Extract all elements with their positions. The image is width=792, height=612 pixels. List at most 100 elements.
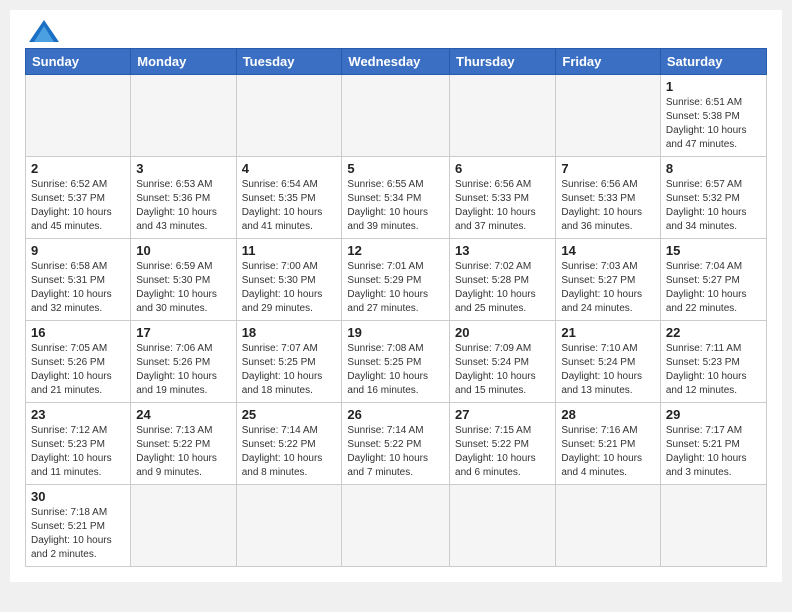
day-info: Sunrise: 7:13 AM Sunset: 5:22 PM Dayligh… xyxy=(136,424,230,480)
day-info: Sunrise: 7:16 AM Sunset: 5:21 PM Dayligh… xyxy=(561,424,655,480)
calendar-cell: 19 Sunrise: 7:08 AM Sunset: 5:25 PM Dayli… xyxy=(342,321,450,403)
day-number: 21 xyxy=(561,325,655,340)
day-info: Sunrise: 7:18 AM Sunset: 5:21 PM Dayligh… xyxy=(31,506,125,562)
day-info: Sunrise: 7:05 AM Sunset: 5:26 PM Dayligh… xyxy=(31,342,125,398)
calendar-cell: 4 Sunrise: 6:54 AM Sunset: 5:35 PM Daylig… xyxy=(236,157,342,239)
day-number: 19 xyxy=(347,325,444,340)
weekday-header-wednesday: Wednesday xyxy=(342,49,450,75)
calendar-cell xyxy=(131,75,236,157)
day-info: Sunrise: 7:17 AM Sunset: 5:21 PM Dayligh… xyxy=(666,424,761,480)
weekday-header-monday: Monday xyxy=(131,49,236,75)
calendar-cell: 6 Sunrise: 6:56 AM Sunset: 5:33 PM Daylig… xyxy=(450,157,556,239)
calendar-week-4: 16 Sunrise: 7:05 AM Sunset: 5:26 PM Dayli… xyxy=(26,321,767,403)
calendar-cell: 3Sunrise: 6:53 AM Sunset: 5:36 PM Daylig… xyxy=(131,157,236,239)
day-info: Sunrise: 6:58 AM Sunset: 5:31 PM Dayligh… xyxy=(31,260,125,316)
calendar-cell: 10Sunrise: 6:59 AM Sunset: 5:30 PM Dayli… xyxy=(131,239,236,321)
calendar-week-1: 1 Sunrise: 6:51 AM Sunset: 5:38 PM Daylig… xyxy=(26,75,767,157)
calendar-cell xyxy=(660,485,766,567)
calendar-cell xyxy=(342,75,450,157)
day-number: 15 xyxy=(666,243,761,258)
weekday-header-sunday: Sunday xyxy=(26,49,131,75)
day-info: Sunrise: 7:15 AM Sunset: 5:22 PM Dayligh… xyxy=(455,424,550,480)
calendar-cell: 23 Sunrise: 7:12 AM Sunset: 5:23 PM Dayli… xyxy=(26,403,131,485)
calendar-cell: 13 Sunrise: 7:02 AM Sunset: 5:28 PM Dayli… xyxy=(450,239,556,321)
day-info: Sunrise: 6:57 AM Sunset: 5:32 PM Dayligh… xyxy=(666,178,761,234)
day-info: Sunrise: 7:08 AM Sunset: 5:25 PM Dayligh… xyxy=(347,342,444,398)
day-number: 5 xyxy=(347,161,444,176)
calendar-cell: 5 Sunrise: 6:55 AM Sunset: 5:34 PM Daylig… xyxy=(342,157,450,239)
calendar-cell: 27 Sunrise: 7:15 AM Sunset: 5:22 PM Dayli… xyxy=(450,403,556,485)
day-number: 25 xyxy=(242,407,337,422)
weekday-header-tuesday: Tuesday xyxy=(236,49,342,75)
calendar-cell: 16 Sunrise: 7:05 AM Sunset: 5:26 PM Dayli… xyxy=(26,321,131,403)
day-number: 12 xyxy=(347,243,444,258)
day-info: Sunrise: 6:53 AM Sunset: 5:36 PM Dayligh… xyxy=(136,178,230,234)
logo xyxy=(25,20,59,42)
day-number: 9 xyxy=(31,243,125,258)
calendar-cell: 8 Sunrise: 6:57 AM Sunset: 5:32 PM Daylig… xyxy=(660,157,766,239)
calendar-cell xyxy=(236,485,342,567)
calendar-cell: 2Sunrise: 6:52 AM Sunset: 5:37 PM Daylig… xyxy=(26,157,131,239)
calendar-week-2: 2Sunrise: 6:52 AM Sunset: 5:37 PM Daylig… xyxy=(26,157,767,239)
logo-text xyxy=(25,20,59,42)
weekday-header-saturday: Saturday xyxy=(660,49,766,75)
calendar-cell: 15 Sunrise: 7:04 AM Sunset: 5:27 PM Dayli… xyxy=(660,239,766,321)
day-number: 24 xyxy=(136,407,230,422)
day-number: 16 xyxy=(31,325,125,340)
day-number: 27 xyxy=(455,407,550,422)
day-info: Sunrise: 6:56 AM Sunset: 5:33 PM Dayligh… xyxy=(455,178,550,234)
calendar: SundayMondayTuesdayWednesdayThursdayFrid… xyxy=(25,48,767,567)
day-number: 26 xyxy=(347,407,444,422)
day-info: Sunrise: 7:14 AM Sunset: 5:22 PM Dayligh… xyxy=(242,424,337,480)
calendar-cell xyxy=(131,485,236,567)
page: SundayMondayTuesdayWednesdayThursdayFrid… xyxy=(10,10,782,582)
calendar-cell xyxy=(556,75,661,157)
weekday-header-friday: Friday xyxy=(556,49,661,75)
day-info: Sunrise: 6:54 AM Sunset: 5:35 PM Dayligh… xyxy=(242,178,337,234)
day-number: 11 xyxy=(242,243,337,258)
day-number: 23 xyxy=(31,407,125,422)
calendar-cell: 1 Sunrise: 6:51 AM Sunset: 5:38 PM Daylig… xyxy=(660,75,766,157)
day-info: Sunrise: 6:56 AM Sunset: 5:33 PM Dayligh… xyxy=(561,178,655,234)
day-number: 13 xyxy=(455,243,550,258)
calendar-cell xyxy=(556,485,661,567)
day-info: Sunrise: 6:51 AM Sunset: 5:38 PM Dayligh… xyxy=(666,96,761,152)
day-info: Sunrise: 7:01 AM Sunset: 5:29 PM Dayligh… xyxy=(347,260,444,316)
logo-icon xyxy=(29,20,59,42)
day-number: 14 xyxy=(561,243,655,258)
day-number: 4 xyxy=(242,161,337,176)
weekday-header-thursday: Thursday xyxy=(450,49,556,75)
day-info: Sunrise: 7:04 AM Sunset: 5:27 PM Dayligh… xyxy=(666,260,761,316)
day-number: 22 xyxy=(666,325,761,340)
calendar-cell: 9 Sunrise: 6:58 AM Sunset: 5:31 PM Daylig… xyxy=(26,239,131,321)
calendar-cell xyxy=(236,75,342,157)
day-number: 8 xyxy=(666,161,761,176)
day-number: 20 xyxy=(455,325,550,340)
weekday-header-row: SundayMondayTuesdayWednesdayThursdayFrid… xyxy=(26,49,767,75)
day-number: 29 xyxy=(666,407,761,422)
day-number: 1 xyxy=(666,79,761,94)
day-number: 7 xyxy=(561,161,655,176)
calendar-week-3: 9 Sunrise: 6:58 AM Sunset: 5:31 PM Daylig… xyxy=(26,239,767,321)
calendar-cell: 12 Sunrise: 7:01 AM Sunset: 5:29 PM Dayli… xyxy=(342,239,450,321)
header xyxy=(25,20,767,42)
calendar-cell: 29 Sunrise: 7:17 AM Sunset: 5:21 PM Dayli… xyxy=(660,403,766,485)
day-info: Sunrise: 7:02 AM Sunset: 5:28 PM Dayligh… xyxy=(455,260,550,316)
day-info: Sunrise: 7:11 AM Sunset: 5:23 PM Dayligh… xyxy=(666,342,761,398)
day-number: 28 xyxy=(561,407,655,422)
calendar-cell: 11 Sunrise: 7:00 AM Sunset: 5:30 PM Dayli… xyxy=(236,239,342,321)
calendar-week-5: 23 Sunrise: 7:12 AM Sunset: 5:23 PM Dayli… xyxy=(26,403,767,485)
calendar-week-6: 30Sunrise: 7:18 AM Sunset: 5:21 PM Dayli… xyxy=(26,485,767,567)
day-info: Sunrise: 7:09 AM Sunset: 5:24 PM Dayligh… xyxy=(455,342,550,398)
day-info: Sunrise: 7:12 AM Sunset: 5:23 PM Dayligh… xyxy=(31,424,125,480)
calendar-cell: 28 Sunrise: 7:16 AM Sunset: 5:21 PM Dayli… xyxy=(556,403,661,485)
calendar-cell: 17Sunrise: 7:06 AM Sunset: 5:26 PM Dayli… xyxy=(131,321,236,403)
calendar-cell: 18Sunrise: 7:07 AM Sunset: 5:25 PM Dayli… xyxy=(236,321,342,403)
day-number: 6 xyxy=(455,161,550,176)
day-info: Sunrise: 6:55 AM Sunset: 5:34 PM Dayligh… xyxy=(347,178,444,234)
calendar-cell: 26Sunrise: 7:14 AM Sunset: 5:22 PM Dayli… xyxy=(342,403,450,485)
day-info: Sunrise: 7:00 AM Sunset: 5:30 PM Dayligh… xyxy=(242,260,337,316)
calendar-cell: 24 Sunrise: 7:13 AM Sunset: 5:22 PM Dayli… xyxy=(131,403,236,485)
day-info: Sunrise: 6:59 AM Sunset: 5:30 PM Dayligh… xyxy=(136,260,230,316)
day-info: Sunrise: 7:10 AM Sunset: 5:24 PM Dayligh… xyxy=(561,342,655,398)
